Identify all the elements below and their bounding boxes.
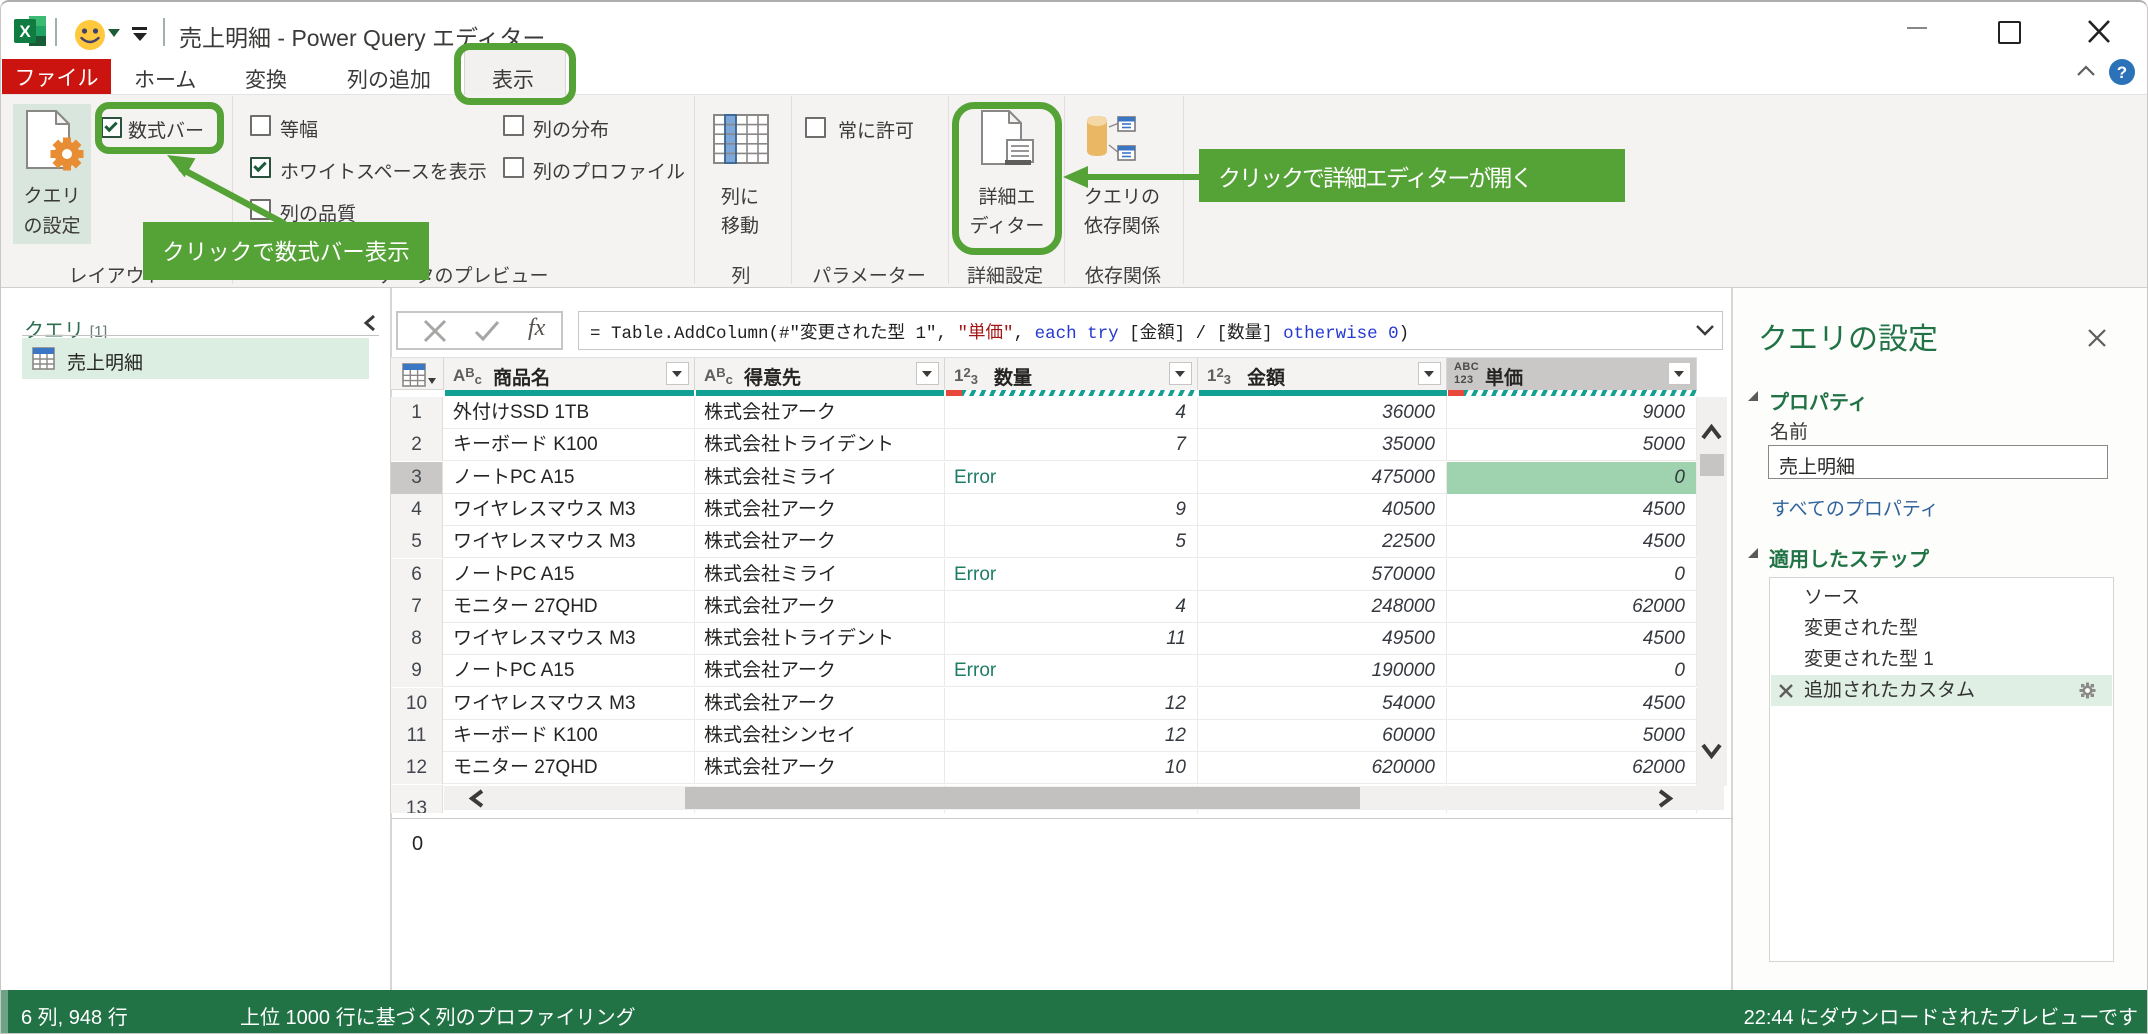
svg-text:X: X xyxy=(19,22,31,41)
svg-text:?: ? xyxy=(2117,63,2127,82)
